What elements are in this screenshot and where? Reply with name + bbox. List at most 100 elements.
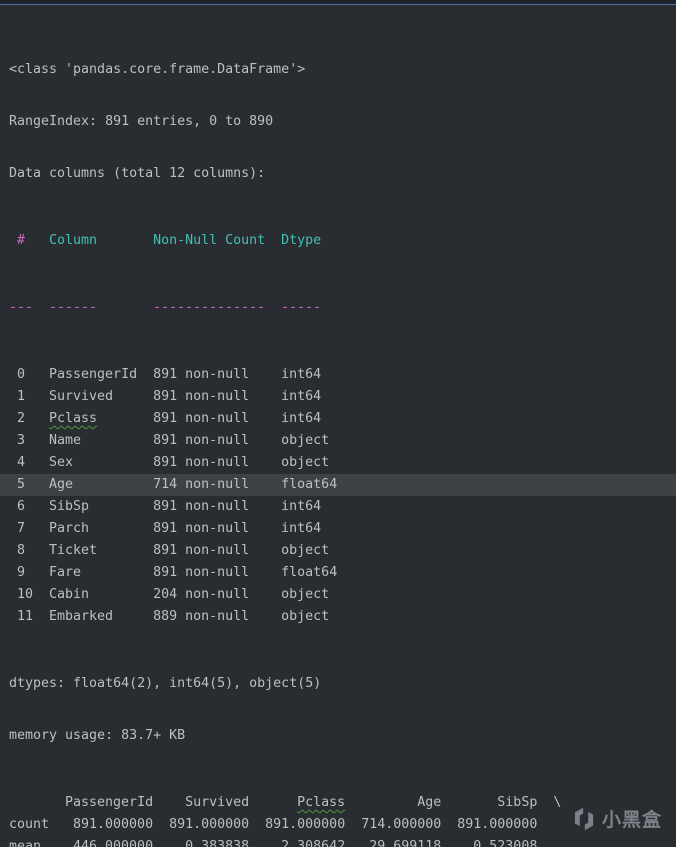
separator-column: ------ [49,300,98,315]
separator-dtype: ----- [281,300,322,315]
info-table-row: 8 Ticket 891 non-null object [9,540,676,562]
dtype-cell: object [281,543,330,558]
column-name-text: Sex [49,455,74,470]
watermark: 小黑盒 [571,805,662,832]
stat-label-cell: count [9,817,50,832]
range-index-line: RangeIndex: 891 entries, 0 to 890 [9,114,274,129]
dtype-cell: object [281,433,330,448]
dtype-cell: int64 [281,521,322,536]
dataframe-class-line: <class 'pandas.core.frame.DataFrame'> [9,62,306,77]
non-null-count-cell: 891 non-null [153,411,250,426]
header-column: Column [49,233,98,248]
stat-value-cell: 2.308642 [281,839,346,847]
stat-value-cell: 0.523008 [473,839,538,847]
info-table-row: 1 Survived 891 non-null int64 [9,386,676,408]
watermark-text: 小黑盒 [601,809,662,831]
describe-column-header: Survived [153,792,249,814]
info-table-row: 5 Age 714 non-null float64 [0,474,676,496]
dtype-cell: object [281,455,330,470]
info-table-body: 0 PassengerId 891 non-null int64 1 Survived 89… [0,364,676,628]
column-name-text: Cabin [49,587,90,602]
row-index-cell: 2 [17,411,26,426]
column-name-text: Embarked [49,609,114,624]
row-index-cell: 0 [17,367,26,382]
dtype-cell: float64 [281,477,338,492]
column-name-cell: Pclass [49,408,153,430]
describe-column-header: SibSp [441,792,537,814]
dtype-cell: float64 [281,565,338,580]
column-name-cell: SibSp [49,496,153,518]
column-name-cell: Ticket [49,540,153,562]
column-name-cell: Cabin [49,584,153,606]
non-null-count-cell: 891 non-null [153,565,250,580]
dtypes-summary-line: dtypes: float64(2), int64(5), object(5) [9,676,322,691]
describe-column-header-text: Age [417,795,442,810]
separator-index: --- [9,300,34,315]
row-index-cell: 8 [17,543,26,558]
column-name-text: Name [49,433,82,448]
non-null-count-cell: 714 non-null [153,477,250,492]
stat-value-cell: 29.699118 [369,839,442,847]
non-null-count-cell: 891 non-null [153,455,250,470]
non-null-count-cell: 204 non-null [153,587,250,602]
column-name-cell: Sex [49,452,153,474]
column-name-cell: PassengerId [49,364,153,386]
non-null-count-cell: 891 non-null [153,543,250,558]
data-columns-line: Data columns (total 12 columns): [9,166,266,181]
stat-value-cell: 891.000000 [169,817,250,832]
memory-usage-line: memory usage: 83.7+ KB [9,728,186,743]
dtype-cell: int64 [281,499,322,514]
non-null-count-cell: 891 non-null [153,389,250,404]
non-null-count-cell: 889 non-null [153,609,250,624]
info-table-row: 7 Parch 891 non-null int64 [9,518,676,540]
dtype-cell: object [281,609,330,624]
info-table-row: 4 Sex 891 non-null object [9,452,676,474]
info-table-separator: --- ------ -------------- ----- [9,297,676,319]
column-name-cell: Survived [49,386,153,408]
console-output[interactable]: <class 'pandas.core.frame.DataFrame'> Ra… [0,5,676,847]
row-index-cell: 4 [17,455,26,470]
dtype-cell: int64 [281,411,322,426]
line-continuation: \ [553,795,562,810]
stat-value-cell: 891.000000 [265,817,346,832]
row-index-cell: 3 [17,433,26,448]
row-index-cell: 9 [17,565,26,580]
non-null-count-cell: 891 non-null [153,433,250,448]
stat-label-cell: mean [9,839,42,847]
xiaoheihe-logo-icon [574,807,594,830]
column-name-cell: Fare [49,562,153,584]
dtype-cell: object [281,587,330,602]
stat-value-cell: 0.383838 [185,839,250,847]
column-name-text: SibSp [49,499,90,514]
describe-column-header: Age [345,792,441,814]
column-name-text: Age [49,477,74,492]
row-index-cell: 6 [17,499,26,514]
stat-value-cell: 891.000000 [73,817,154,832]
row-index-cell: 11 [17,609,34,624]
info-table-row: 3 Name 891 non-null object [9,430,676,452]
stat-value-cell: 891.000000 [457,817,538,832]
dtype-cell: int64 [281,367,322,382]
info-table-row: 10 Cabin 204 non-null object [9,584,676,606]
header-non-null-count: Non-Null Count [153,233,266,248]
describe-column-header: PassengerId [49,792,153,814]
header-index: # [17,233,26,248]
dtype-cell: int64 [281,389,322,404]
column-name-text: Ticket [49,543,98,558]
info-table-row: 11 Embarked 889 non-null object [9,606,676,628]
stat-value-cell: 714.000000 [361,817,442,832]
info-table-row: 9 Fare 891 non-null float64 [9,562,676,584]
row-index-cell: 7 [17,521,26,536]
stat-value-cell: 446.000000 [73,839,154,847]
column-name-cell: Parch [49,518,153,540]
header-dtype: Dtype [281,233,322,248]
describe-column-header-text: Pclass [297,795,346,810]
describe-column-header-text: PassengerId [65,795,154,810]
column-name-cell: Embarked [49,606,153,628]
info-table-row: 6 SibSp 891 non-null int64 [9,496,676,518]
column-name-text: Fare [49,565,82,580]
describe-column-header-text: SibSp [497,795,538,810]
column-name-text: PassengerId [49,367,138,382]
column-name-cell: Name [49,430,153,452]
column-name-cell: Age [49,474,153,496]
